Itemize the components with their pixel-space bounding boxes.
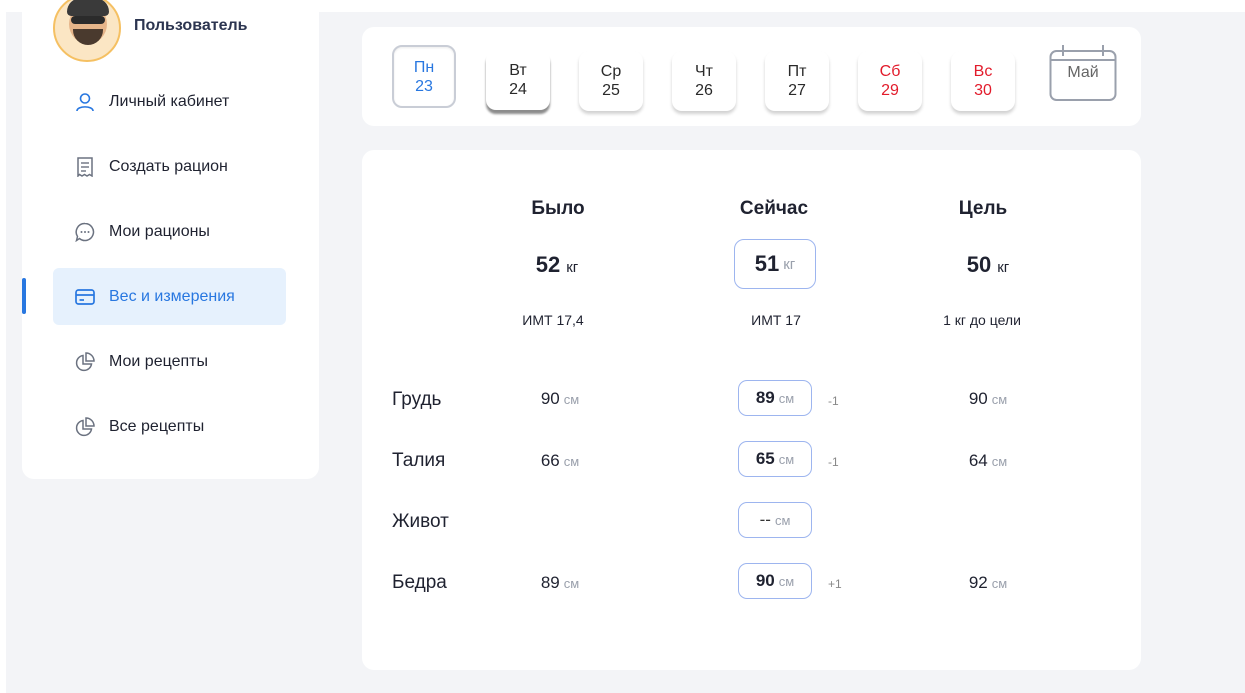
weight-goal-value: 50 [966, 252, 992, 277]
sidebar-item-my-diets[interactable]: Мои рационы [53, 203, 286, 260]
sidebar-item-create-diet[interactable]: Создать рацион [53, 138, 286, 195]
bmi-now: ИМТ 17 [751, 312, 801, 328]
day-thu[interactable]: Чт 26 [672, 51, 736, 111]
unit-label: см [778, 390, 795, 406]
day-number: 27 [788, 82, 806, 99]
chest-goal: 90 см [969, 389, 1007, 409]
day-number: 29 [881, 82, 899, 99]
column-header-goal: Цель [958, 198, 1008, 219]
unit-label: см [774, 512, 791, 528]
weight-unit: кг [783, 255, 796, 273]
sidebar-item-label: Все рецепты [109, 417, 205, 435]
unit-label: см [778, 573, 795, 589]
username[interactable]: Пользователь [134, 17, 247, 35]
pie-chart-icon [75, 416, 95, 437]
sidebar-item-label: Мои рационы [109, 222, 210, 240]
active-nav-marker [22, 278, 26, 314]
unit-label: см [563, 454, 580, 469]
chest-now-value: 89 [755, 388, 775, 407]
chat-bubble-icon [75, 222, 95, 242]
waist-goal: 64 см [969, 451, 1007, 471]
waist-input[interactable]: 65 см [738, 441, 812, 477]
card-icon [75, 287, 95, 307]
avatar-cap [67, 0, 109, 16]
sidebar-item-label: Личный кабинет [109, 92, 230, 110]
day-name: Пн [413, 58, 435, 76]
day-number: 30 [974, 82, 992, 99]
sidebar-item-weight[interactable]: Вес и измерения [53, 268, 286, 325]
waist-goal-value: 64 [968, 451, 988, 470]
hips-input[interactable]: 90 см [738, 563, 812, 599]
weight-was: 52 кг [536, 252, 579, 278]
day-tue[interactable]: Вт 24 [486, 50, 550, 110]
day-name: Ср [600, 63, 622, 80]
weight-unit: кг [566, 259, 579, 276]
unit-label: см [563, 576, 580, 591]
waist-now-value: 65 [755, 449, 775, 468]
sidebar-item-profile[interactable]: Личный кабинет [53, 73, 286, 130]
current-weight-input[interactable]: 51 кг [734, 239, 816, 289]
user-icon [75, 92, 95, 112]
sidebar-item-my-recipes[interactable]: Мои рецепты [53, 333, 286, 390]
hips-delta: +1 [828, 577, 842, 591]
unit-label: см [778, 451, 795, 467]
sidebar-item-all-recipes[interactable]: Все рецепты [53, 398, 286, 455]
hips-was: 89 см [541, 573, 579, 593]
weight-goal: 50 кг [967, 252, 1010, 278]
day-number: 24 [509, 81, 527, 98]
row-label-hips: Бедра [392, 572, 447, 593]
day-name: Вт [509, 62, 527, 79]
row-label-chest: Грудь [392, 389, 442, 410]
unit-label: см [563, 392, 580, 407]
month-calendar-button[interactable]: Май [1049, 44, 1117, 101]
weight-was-value: 52 [535, 252, 561, 277]
waist-was-value: 66 [540, 451, 560, 470]
day-sun[interactable]: Вс 30 [951, 51, 1015, 111]
weight-unit: кг [997, 259, 1010, 276]
pie-chart-icon [75, 351, 95, 372]
day-sat[interactable]: Сб 29 [858, 51, 922, 111]
unit-label: см [991, 392, 1008, 407]
month-label: Май [1067, 64, 1099, 81]
date-strip [362, 27, 1141, 126]
sidebar-item-label: Вес и измерения [109, 287, 235, 305]
chest-was: 90 см [541, 389, 579, 409]
day-name: Пт [787, 63, 807, 80]
chest-input[interactable]: 89 см [738, 380, 812, 416]
sidebar-item-label: Создать рацион [109, 157, 228, 175]
chest-goal-value: 90 [968, 389, 988, 408]
day-number: 25 [602, 82, 620, 99]
day-name: Сб [879, 63, 901, 80]
column-header-was: Было [531, 198, 585, 219]
day-name: Чт [695, 63, 713, 80]
hips-was-value: 89 [540, 573, 560, 592]
row-label-belly: Живот [392, 511, 449, 532]
hips-now-value: 90 [755, 571, 775, 590]
day-number: 23 [415, 77, 433, 95]
waist-was: 66 см [541, 451, 579, 471]
receipt-icon [75, 156, 95, 177]
hips-goal: 92 см [969, 573, 1007, 593]
goal-remaining: 1 кг до цели [943, 312, 1021, 328]
hips-goal-value: 92 [968, 573, 988, 592]
day-fri[interactable]: Пт 27 [765, 51, 829, 111]
unit-label: см [991, 576, 1008, 591]
weight-now-value: 51 [754, 251, 780, 276]
waist-delta: -1 [828, 455, 839, 469]
avatar-beard [73, 29, 103, 45]
row-label-waist: Талия [392, 450, 446, 471]
day-number: 26 [695, 82, 713, 99]
day-wed[interactable]: Ср 25 [579, 51, 643, 111]
belly-now-value: -- [759, 510, 771, 529]
day-name: Вс [973, 63, 993, 80]
sidebar-item-label: Мои рецепты [109, 352, 208, 370]
column-header-now: Сейчас [739, 198, 809, 219]
chest-was-value: 90 [540, 389, 560, 408]
avatar-glasses [71, 16, 105, 24]
bmi-was: ИМТ 17,4 [522, 312, 584, 328]
unit-label: см [991, 454, 1008, 469]
belly-input[interactable]: -- см [738, 502, 812, 538]
day-mon[interactable]: Пн 23 [392, 45, 456, 108]
chest-delta: -1 [828, 394, 839, 408]
